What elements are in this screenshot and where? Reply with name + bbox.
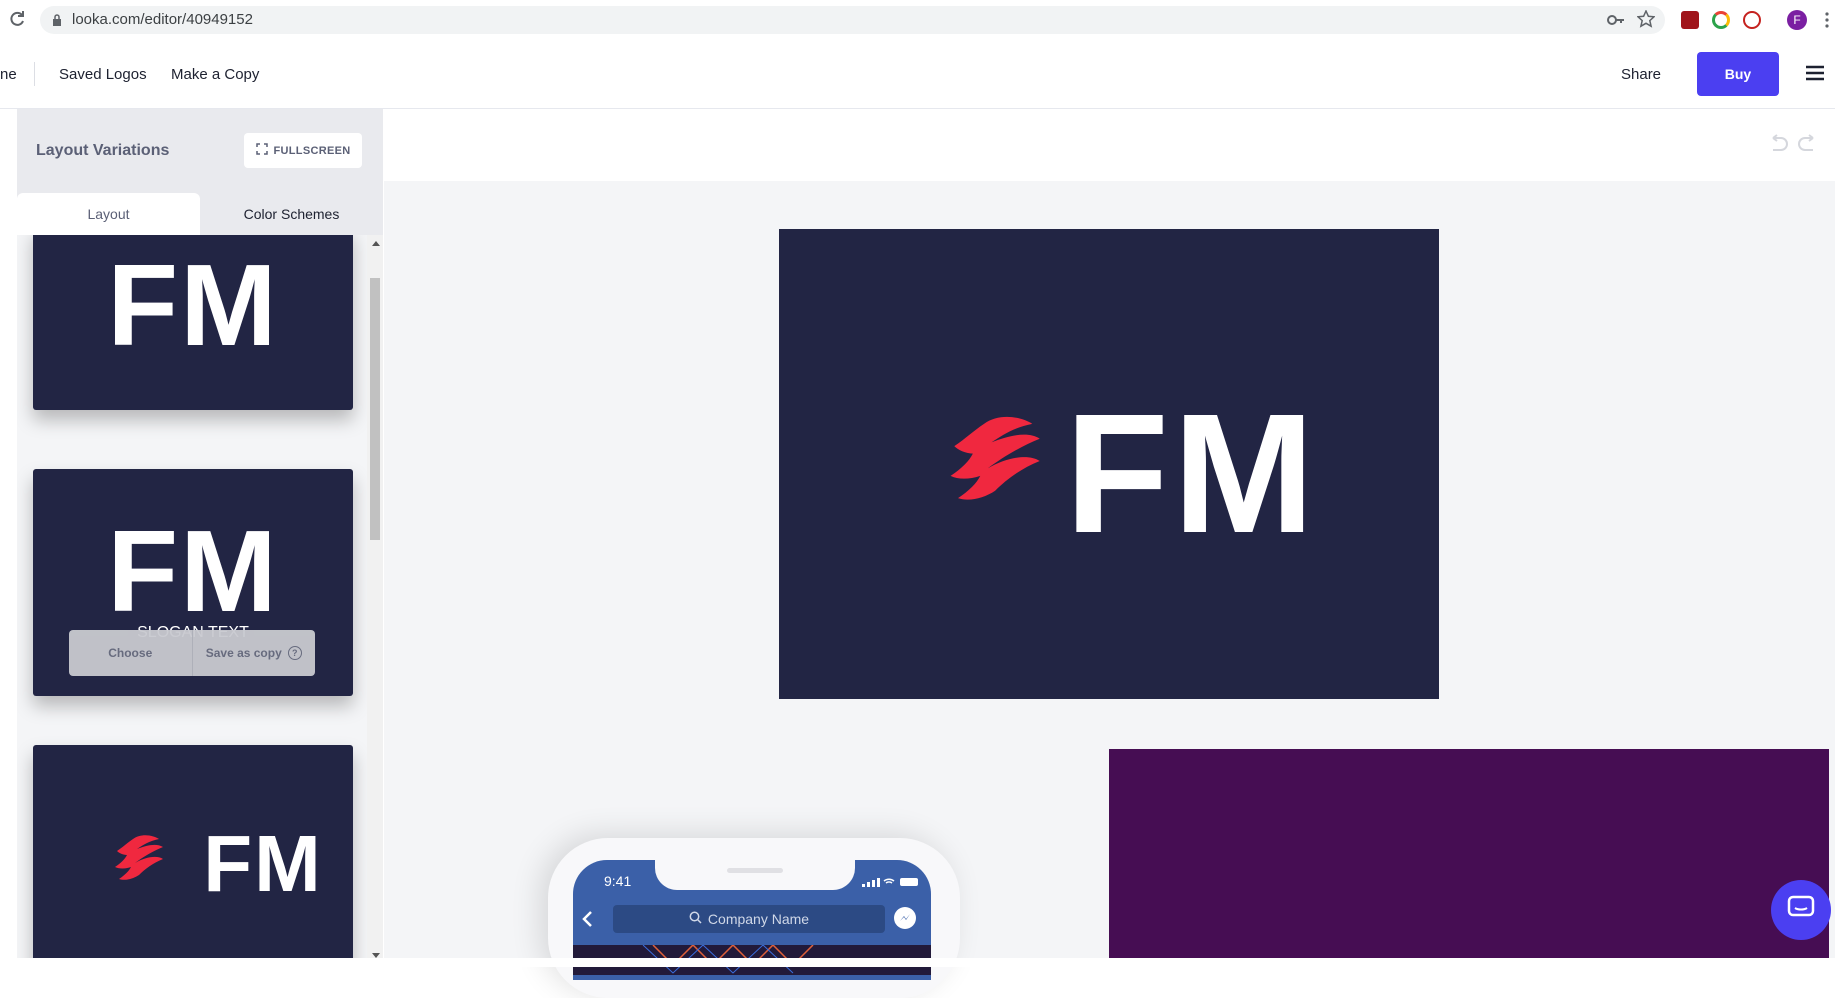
- main-logo-preview[interactable]: FM: [779, 229, 1439, 699]
- panel-title: Layout Variations: [36, 142, 170, 159]
- chat-launcher-button[interactable]: [1771, 880, 1831, 940]
- key-icon[interactable]: [1607, 11, 1625, 34]
- nav-divider: [34, 62, 35, 86]
- undo-icon[interactable]: [1767, 134, 1789, 157]
- page-bottom-edge: [0, 958, 1835, 967]
- hamburger-menu-icon[interactable]: [1806, 65, 1824, 86]
- choose-button[interactable]: Choose: [69, 630, 193, 676]
- question-icon[interactable]: ?: [287, 646, 302, 660]
- layout-card[interactable]: FM: [33, 745, 353, 967]
- nav-home-partial[interactable]: ne: [0, 66, 17, 83]
- scrollbar-thumb[interactable]: [370, 278, 380, 540]
- layout-card[interactable]: FM SLOGAN TEXT Choose Save as copy ?: [33, 469, 353, 696]
- panel-tabs: Layout Color Schemes: [17, 193, 383, 235]
- expand-icon: [255, 143, 268, 158]
- ublock-extension-icon[interactable]: [1681, 11, 1699, 29]
- chrome-extension-icon[interactable]: [1712, 11, 1730, 29]
- address-bar[interactable]: [40, 6, 1665, 34]
- browser-toolbar: looka.com/editor/40949152 F: [0, 0, 1835, 41]
- tab-color-schemes[interactable]: Color Schemes: [200, 193, 383, 235]
- layout-card[interactable]: FM: [33, 235, 353, 410]
- scribble-mark-icon: [950, 416, 1040, 500]
- share-link[interactable]: Share: [1621, 66, 1661, 83]
- card-logo-text: FM: [203, 819, 323, 908]
- star-icon[interactable]: [1636, 9, 1656, 33]
- card-logo-text: FM: [107, 240, 279, 370]
- fullscreen-button[interactable]: FULLSCREEN: [244, 133, 362, 168]
- buy-button[interactable]: Buy: [1697, 52, 1779, 96]
- redo-icon[interactable]: [1797, 134, 1819, 157]
- signal-wifi-battery-icon: [862, 875, 922, 893]
- tab-layout[interactable]: Layout: [17, 193, 200, 235]
- help-extension-icon[interactable]: [1743, 11, 1761, 29]
- search-icon: [689, 911, 702, 927]
- purple-mockup-card[interactable]: [1109, 749, 1829, 967]
- layout-card-list: FM FM SLOGAN TEXT Choose Save as copy ? …: [17, 235, 367, 967]
- app-header: [0, 40, 1835, 109]
- reload-icon[interactable]: [8, 10, 26, 28]
- phone-time: 9:41: [604, 873, 632, 889]
- browser-menu-icon[interactable]: [1824, 11, 1830, 34]
- main-logo-text: FM: [1065, 379, 1319, 569]
- url-text: looka.com/editor/40949152: [72, 11, 253, 28]
- scroll-up-arrow-icon[interactable]: [372, 241, 380, 246]
- save-as-copy-button[interactable]: Save as copy ?: [193, 630, 316, 676]
- lock-icon: [52, 14, 62, 32]
- phone-search-bar[interactable]: Company Name: [613, 905, 885, 933]
- chat-icon: [1787, 895, 1815, 926]
- save-as-copy-label: Save as copy: [205, 646, 282, 660]
- saved-logos-link[interactable]: Saved Logos: [59, 66, 147, 83]
- make-copy-link[interactable]: Make a Copy: [171, 66, 259, 83]
- profile-avatar[interactable]: F: [1787, 10, 1807, 30]
- canvas-toolbar: [384, 109, 1835, 181]
- messenger-icon[interactable]: [894, 907, 916, 929]
- card-action-bar: Choose Save as copy ?: [69, 630, 315, 676]
- left-tool-strip: [0, 109, 18, 967]
- phone-search-placeholder: Company Name: [707, 911, 810, 927]
- card-logo-text: FM: [107, 506, 279, 636]
- back-chevron-icon[interactable]: [581, 910, 593, 933]
- phone-speaker: [727, 868, 783, 873]
- fullscreen-label: FULLSCREEN: [273, 144, 351, 157]
